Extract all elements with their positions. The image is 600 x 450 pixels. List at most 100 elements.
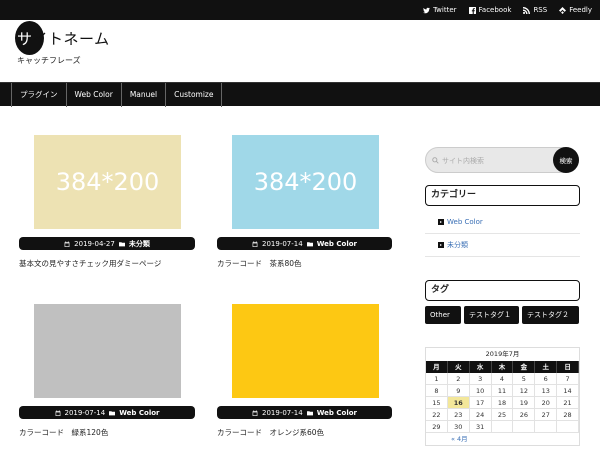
site-name[interactable]: サイトネーム — [17, 28, 110, 49]
category-label: 未分類 — [447, 241, 468, 249]
social-links: Twitter Facebook RSS Feedly — [423, 0, 592, 20]
calendar-day: 25 — [491, 409, 514, 421]
tag-test-1[interactable]: テストタグ１ — [464, 306, 519, 324]
post-meta: 2019-04-27 未分類 — [19, 237, 195, 250]
post-category[interactable]: Web Color — [317, 240, 357, 248]
tag-cloud: Other テストタグ１ テストタグ２ — [425, 306, 579, 324]
rss-link[interactable]: RSS — [523, 6, 547, 14]
calendar-day: 18 — [491, 397, 514, 409]
site-name-first-char: サ — [17, 30, 33, 48]
thumbnail-placeholder-text: 384*200 — [253, 168, 358, 196]
post-title[interactable]: カラーコード オレンジ系60色 — [217, 427, 324, 438]
tag-widget-title: タグ — [425, 280, 580, 301]
post-meta: 2019-07-14 Web Color — [217, 406, 392, 419]
calendar-day: 29 — [426, 421, 448, 433]
arrow-right-icon — [438, 242, 444, 248]
calendar-day: 27 — [535, 409, 558, 421]
post-date: 2019-04-27 — [74, 239, 115, 248]
post-date: 2019-07-14 — [262, 408, 303, 417]
nav-item-web-color[interactable]: Web Color — [65, 83, 121, 107]
calendar-icon — [252, 409, 258, 416]
category-divider — [425, 256, 580, 257]
folder-icon — [306, 410, 313, 415]
calendar-day: 22 — [426, 409, 448, 421]
calendar-weekday-header: 土 — [535, 361, 558, 373]
twitter-link[interactable]: Twitter — [423, 6, 457, 14]
calendar-empty-cell — [557, 421, 579, 433]
facebook-link[interactable]: Facebook — [468, 6, 512, 14]
calendar-caption: 2019年7月 — [485, 350, 520, 358]
calendar-day: 1 — [426, 373, 448, 385]
calendar-day: 20 — [535, 397, 558, 409]
site-tagline: キャッチフレーズ — [17, 56, 81, 65]
facebook-label: Facebook — [478, 6, 512, 14]
post-meta: 2019-07-14 Web Color — [19, 406, 195, 419]
calendar-icon — [64, 240, 70, 247]
calendar-day: 8 — [426, 385, 448, 397]
calendar-day: 15 — [426, 397, 448, 409]
facebook-icon — [468, 6, 476, 14]
top-bar: Twitter Facebook RSS Feedly — [0, 0, 600, 20]
post-thumbnail[interactable]: 384*200 — [34, 135, 181, 229]
post-category[interactable]: Web Color — [119, 409, 159, 417]
calendar-day: 31 — [469, 421, 492, 433]
main-nav: プラグイン Web Color Manuel Customize — [0, 82, 600, 107]
calendar-day: 11 — [491, 385, 514, 397]
calendar-weekday-header: 金 — [513, 361, 536, 373]
calendar-day: 21 — [557, 397, 579, 409]
category-item-web-color[interactable]: Web Color — [438, 218, 483, 226]
calendar-empty-cell — [491, 421, 514, 433]
calendar-day: 19 — [513, 397, 536, 409]
thumbnail-placeholder-text: 384*200 — [55, 168, 160, 196]
calendar-icon — [252, 240, 258, 247]
feedly-link[interactable]: Feedly — [559, 6, 592, 14]
calendar-day: 3 — [469, 373, 492, 385]
calendar-day: 17 — [469, 397, 492, 409]
post-title[interactable]: カラーコード 茶系80色 — [217, 258, 302, 269]
post-category[interactable]: Web Color — [317, 409, 357, 417]
post-date: 2019-07-14 — [64, 408, 106, 417]
search-placeholder: サイト内検索 — [442, 157, 484, 165]
calendar-day: 14 — [557, 385, 579, 397]
post-title[interactable]: カラーコード 緑系120色 — [19, 427, 108, 438]
calendar-day: 9 — [447, 385, 470, 397]
calendar-day: 12 — [513, 385, 536, 397]
post-meta: 2019-07-14 Web Color — [217, 237, 392, 250]
post-thumbnail[interactable] — [232, 304, 379, 398]
post-thumbnail[interactable] — [34, 304, 181, 398]
twitter-label: Twitter — [433, 6, 457, 14]
tag-test-2[interactable]: テストタグ２ — [522, 306, 579, 324]
calendar-day: 28 — [557, 409, 579, 421]
calendar-day: 23 — [447, 409, 470, 421]
category-item-uncategorized[interactable]: 未分類 — [438, 240, 468, 250]
search-button[interactable]: 検索 — [553, 147, 579, 173]
post-category[interactable]: 未分類 — [129, 239, 150, 249]
calendar-weekday-header: 月 — [426, 361, 448, 373]
nav-item-customize[interactable]: Customize — [165, 83, 223, 107]
feedly-label: Feedly — [569, 6, 592, 14]
calendar-prev-link[interactable]: « 4月 — [426, 433, 579, 445]
calendar-day: 26 — [513, 409, 536, 421]
calendar-day: 4 — [491, 373, 514, 385]
tag-other[interactable]: Other — [425, 306, 461, 324]
calendar-weekday-header: 火 — [447, 361, 470, 373]
nav-item-plugin[interactable]: プラグイン — [11, 83, 66, 107]
calendar-empty-cell — [513, 421, 536, 433]
feedly-icon — [559, 6, 567, 14]
category-label: Web Color — [447, 218, 483, 226]
post-thumbnail[interactable]: 384*200 — [232, 135, 379, 229]
calendar-weekday-header: 木 — [491, 361, 514, 373]
category-widget-title: カテゴリー — [425, 185, 580, 206]
calendar-day: 10 — [469, 385, 492, 397]
search-input[interactable]: サイト内検索 検索 — [425, 147, 579, 173]
rss-label: RSS — [533, 6, 548, 14]
rss-icon — [523, 6, 531, 14]
calendar-day-today[interactable]: 16 — [447, 397, 470, 409]
post-title[interactable]: 基本文の見やすさチェック用ダミーページ — [19, 258, 161, 269]
calendar-empty-cell — [535, 421, 558, 433]
calendar-icon — [55, 409, 60, 416]
calendar-weekday-header: 日 — [557, 361, 579, 373]
nav-item-manual[interactable]: Manuel — [120, 83, 165, 107]
calendar-day: 6 — [535, 373, 558, 385]
category-divider — [425, 233, 580, 234]
